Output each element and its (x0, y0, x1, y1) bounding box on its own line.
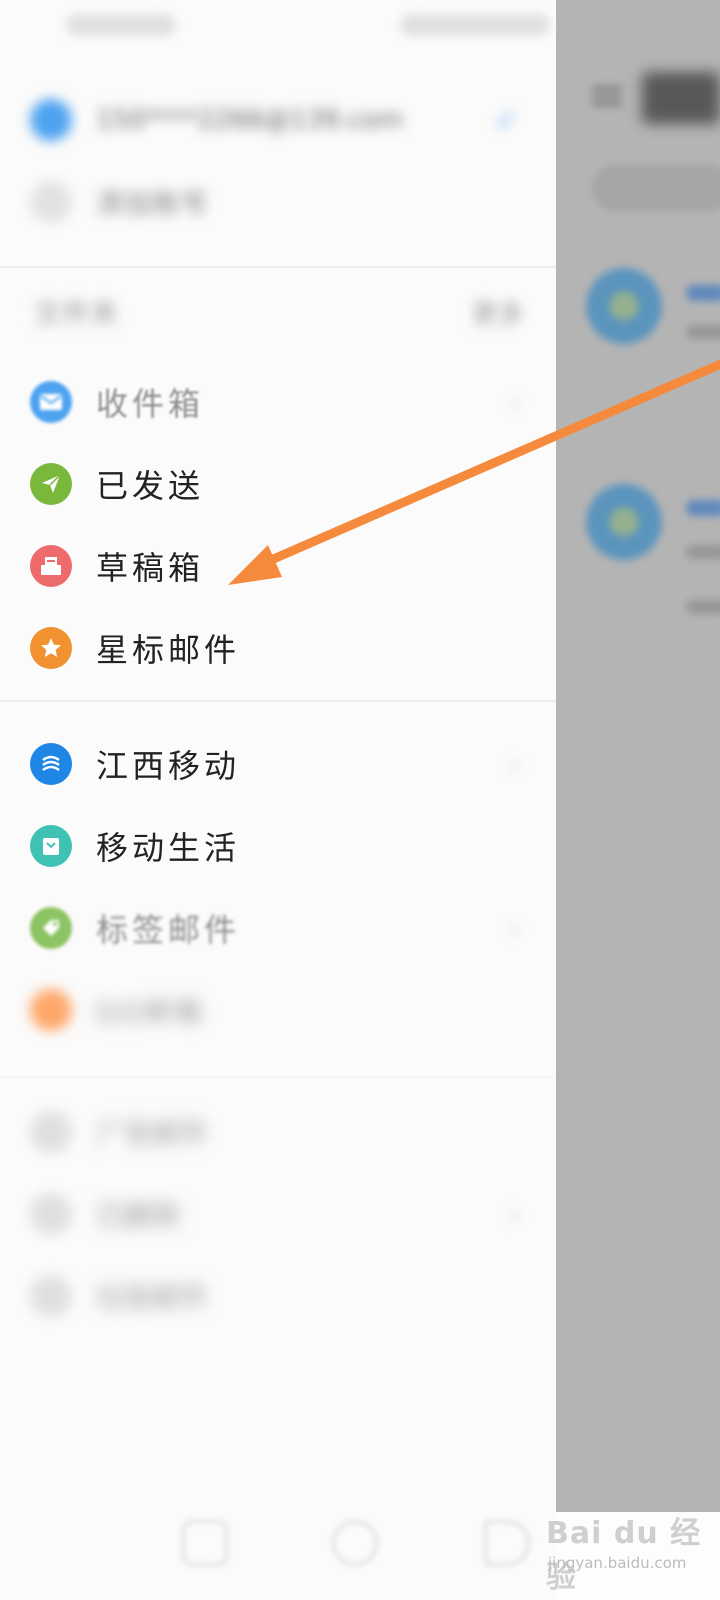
navigation-drawer: 150****2266@139.com ✓ 添加账号 文件夹 更多 收件箱 › … (0, 0, 556, 1600)
nav-home-icon[interactable] (332, 1520, 378, 1566)
watermark-brand: Bai du 经验 (546, 1516, 702, 1595)
chevron-right-icon: › (508, 911, 520, 945)
folder-starred[interactable]: 星标邮件 (30, 618, 530, 678)
divider (0, 266, 556, 268)
folder-sent[interactable]: 已发送 (30, 454, 530, 514)
trash-icon (30, 1193, 72, 1235)
mail-preview-line (686, 545, 720, 559)
watermark-url: jingyan.baidu.com (548, 1554, 687, 1572)
status-bar-time-blurred (66, 14, 176, 36)
add-icon (30, 181, 72, 223)
app-label: 江西移动 (96, 747, 241, 785)
app-jiangxi-mobile[interactable]: 江西移动 › (30, 734, 530, 794)
folders-section-label: 文件夹 (34, 297, 119, 330)
folder-drafts[interactable]: 草稿箱 (30, 536, 530, 596)
divider (0, 1076, 556, 1078)
chevron-right-icon: › (508, 1197, 520, 1231)
folder-spam[interactable]: 垃圾邮件 (30, 1266, 530, 1326)
mail-preview-line (686, 600, 720, 614)
nav-menu-icon[interactable] (182, 1520, 228, 1566)
nav-back-icon[interactable] (484, 1520, 530, 1566)
mail-sender-line (686, 285, 720, 301)
app-mobile-life[interactable]: 移动生活 (30, 816, 530, 876)
send-icon (30, 463, 72, 505)
folder-label: 垃圾邮件 (96, 1281, 209, 1314)
bag-icon (30, 825, 72, 867)
ad-icon (30, 1111, 72, 1153)
checkmark-icon: ✓ (494, 103, 518, 137)
china-mobile-icon (30, 743, 72, 785)
envelope-icon (30, 381, 72, 423)
account-email: 150****2266@139.com (96, 105, 404, 135)
mail-sender-avatar (586, 484, 662, 560)
avatar (30, 99, 72, 141)
app-tag-mail[interactable]: 标签邮件 › (30, 898, 530, 958)
chevron-right-icon: › (508, 385, 520, 419)
chevron-right-icon: › (508, 747, 520, 781)
folder-inbox[interactable]: 收件箱 › (30, 372, 530, 432)
add-account-label: 添加账号 (96, 187, 209, 220)
add-account-button[interactable]: 添加账号 (30, 172, 530, 232)
mail-list-background (556, 0, 720, 1512)
menu-icon (592, 82, 622, 108)
search-bar-blurred (592, 165, 720, 211)
circle-icon (30, 989, 72, 1031)
app-label: 标签邮件 (96, 911, 241, 949)
spam-icon (30, 1275, 72, 1317)
app-label: 移动生活 (96, 829, 241, 867)
folder-label: 收件箱 (96, 385, 205, 423)
folders-manage-link[interactable]: 更多 (472, 294, 524, 331)
star-icon (30, 627, 72, 669)
baidu-watermark: Bai du 经验 jingyan.baidu.com (540, 1494, 710, 1595)
mailbox-title-blurred (642, 72, 720, 124)
mail-sender-line (686, 500, 720, 516)
folder-label: 广告邮件 (96, 1117, 209, 1150)
folder-label: 已删除 (96, 1199, 181, 1232)
tag-icon (30, 907, 72, 949)
app-qq-mail[interactable]: QQ邮箱 (30, 980, 530, 1040)
folder-label: 草稿箱 (96, 549, 205, 587)
status-bar-icons-blurred (400, 14, 550, 36)
mail-sender-avatar (586, 268, 662, 344)
folders-section-header: 文件夹 更多 (34, 292, 524, 332)
mail-preview-line (686, 325, 720, 339)
divider (0, 700, 556, 702)
draft-icon (30, 545, 72, 587)
folder-deleted[interactable]: 已删除 › (30, 1184, 530, 1244)
folder-ads[interactable]: 广告邮件 (30, 1102, 530, 1162)
app-label: QQ邮箱 (96, 997, 205, 1028)
folder-label: 星标邮件 (96, 631, 241, 669)
current-account[interactable]: 150****2266@139.com ✓ (30, 90, 530, 150)
folder-label: 已发送 (96, 467, 205, 505)
